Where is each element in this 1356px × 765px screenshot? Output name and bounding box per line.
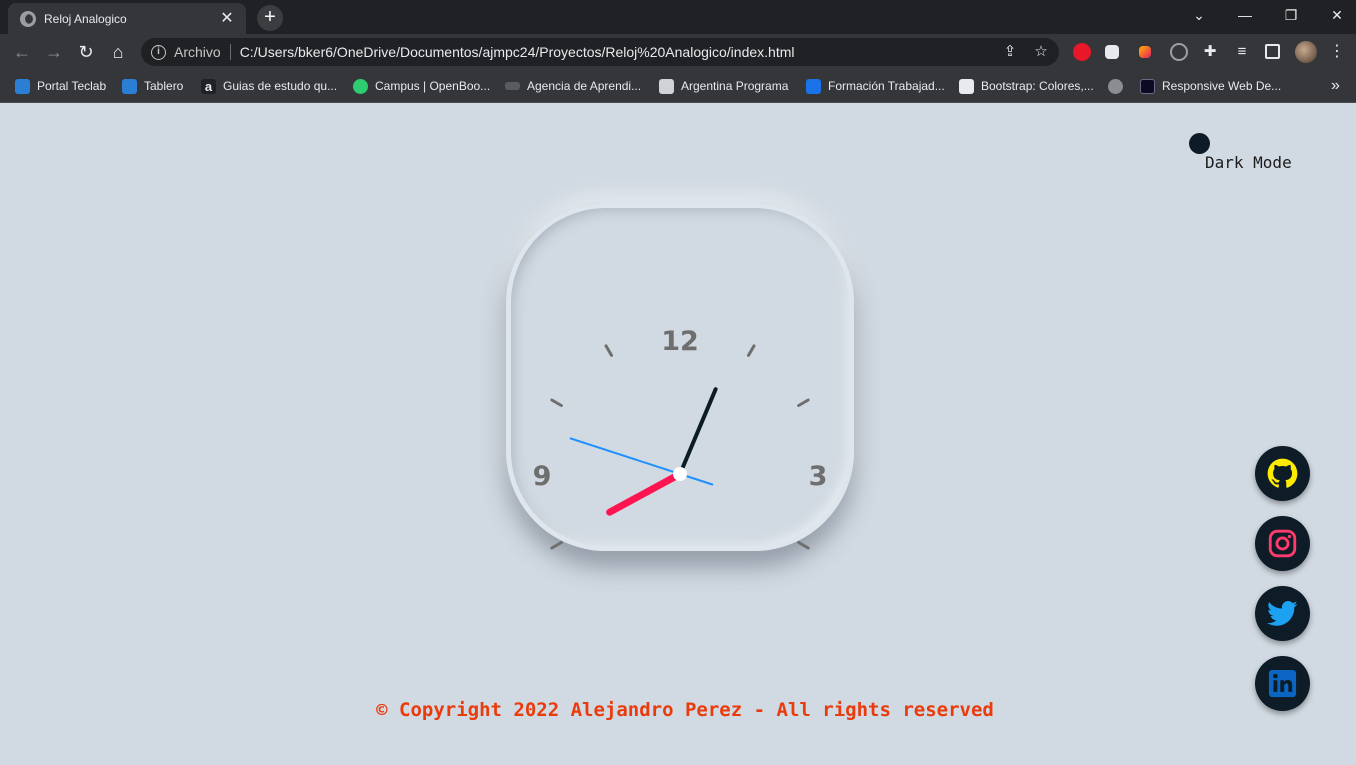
tab-close-icon[interactable]: ✕ [218, 10, 236, 28]
bookmark-favicon-icon [15, 78, 30, 94]
numeral-3: 3 [809, 461, 828, 492]
github-icon [1267, 458, 1298, 488]
extension-badge-icon[interactable] [1105, 45, 1119, 59]
dark-mode-toggle[interactable] [1189, 133, 1210, 154]
bookmark-label: Argentina Programa [681, 79, 789, 93]
bookmark-globe[interactable] [1108, 77, 1130, 95]
hour-tick [797, 398, 810, 407]
clock-center-pin [673, 467, 687, 481]
footer-copyright: © Copyright 2022 Alejandro Perez - All r… [376, 699, 994, 721]
bookmark-label: Bootstrap: Colores,... [981, 79, 1094, 93]
numeral-12: 12 [661, 326, 699, 357]
bookmark-agencia[interactable]: Agencia de Aprendi... [505, 77, 641, 95]
twitter-link[interactable] [1255, 586, 1310, 641]
bookmark-favicon-icon [505, 82, 520, 90]
hour-tick [550, 541, 563, 550]
bookmark-campus[interactable]: Campus | OpenBoo... [353, 77, 490, 95]
close-window-button[interactable]: ✕ [1314, 0, 1356, 30]
bookmark-favicon-icon [1140, 78, 1155, 94]
hour-hand [606, 470, 684, 516]
new-tab-button[interactable]: + [257, 5, 283, 31]
address-bar[interactable]: i Archivo C:/Users/bker6/OneDrive/Docume… [141, 38, 1059, 66]
address-url[interactable]: C:/Users/bker6/OneDrive/Documentos/ajmpc… [240, 44, 795, 60]
clock-face: 12 3 6 9 [533, 326, 828, 550]
globe-icon [1108, 78, 1123, 94]
theme-extension-icon[interactable] [1170, 43, 1188, 61]
bookmark-label: Responsive Web De... [1162, 79, 1282, 93]
hour-tick [747, 344, 756, 357]
forward-button[interactable]: → [40, 38, 68, 66]
bookmark-favicon-icon [806, 78, 821, 94]
tab-title: Reloj Analogico [44, 11, 127, 26]
twitter-icon [1267, 601, 1298, 626]
hour-tick [550, 398, 563, 407]
bookmark-label: Campus | OpenBoo... [375, 79, 491, 93]
globe-icon [20, 10, 36, 27]
bookmark-star-icon[interactable]: ☆ [1032, 43, 1050, 61]
bookmark-label: Formación Trabajad... [828, 79, 945, 93]
home-button[interactable]: ⌂ [104, 38, 132, 66]
bookmark-favicon-icon [353, 78, 368, 94]
bookmark-label: Guias de estudo qu... [223, 79, 338, 93]
bookmarks-bar: Portal Teclab Tablero a Guias de estudo q… [0, 70, 1356, 103]
bookmark-tablero[interactable]: Tablero [122, 77, 183, 95]
bookmark-favicon-icon: a [201, 78, 216, 94]
bookmark-favicon-icon [659, 78, 674, 94]
share-icon[interactable]: ⇪ [1001, 43, 1019, 61]
site-info-icon[interactable]: i [151, 44, 166, 60]
bookmark-label: Portal Teclab [37, 79, 107, 93]
tab-strip: Reloj Analogico ✕ + ⌄ — ❐ ✕ [0, 0, 1356, 34]
more-bookmarks-button[interactable]: » [1331, 77, 1340, 95]
tab-search-icon[interactable]: ⌄ [1176, 0, 1222, 30]
browser-toolbar: ← → ↻ ⌂ i Archivo C:/Users/bker6/OneDriv… [0, 34, 1356, 70]
analog-clock: 12 3 6 9 [506, 203, 854, 551]
instagram-icon [1268, 529, 1297, 558]
bookmark-label: Tablero [144, 79, 184, 93]
bookmark-argentina-programa[interactable]: Argentina Programa [659, 77, 788, 95]
numeral-9: 9 [533, 461, 552, 492]
minimize-button[interactable]: — [1222, 0, 1268, 30]
hour-tick [604, 344, 613, 357]
bookmark-responsive-web[interactable]: Responsive Web De... [1140, 77, 1281, 95]
bookmark-favicon-icon [122, 78, 137, 94]
dark-mode-label: Dark Mode [1205, 153, 1292, 172]
menu-kebab-icon[interactable]: ⋮ [1328, 43, 1346, 61]
back-button[interactable]: ← [8, 38, 36, 66]
pen-extension-icon[interactable] [1139, 46, 1151, 58]
adblock-extension-icon[interactable] [1073, 43, 1091, 61]
side-panel-icon[interactable] [1265, 44, 1280, 59]
avatar[interactable] [1295, 41, 1317, 63]
bookmark-bootstrap[interactable]: Bootstrap: Colores,... [959, 77, 1094, 95]
linkedin-icon [1268, 669, 1297, 698]
clock-ticks [550, 344, 810, 550]
instagram-link[interactable] [1255, 516, 1310, 571]
bookmark-formacion[interactable]: Formación Trabajad... [806, 77, 945, 95]
restore-button[interactable]: ❐ [1268, 0, 1314, 30]
tab-reloj-analogico[interactable]: Reloj Analogico ✕ [8, 3, 246, 34]
address-scheme: Archivo [174, 44, 221, 60]
bookmark-label: Agencia de Aprendi... [527, 79, 642, 93]
hour-tick [797, 541, 810, 550]
media-queue-icon[interactable]: ≡ [1233, 43, 1251, 61]
page-body: Dark Mode 12 3 6 9 [0, 103, 1356, 765]
bookmark-portal-teclab[interactable]: Portal Teclab [15, 77, 106, 95]
reload-button[interactable]: ↻ [72, 38, 100, 66]
bookmark-favicon-icon [959, 78, 974, 94]
minute-hand [678, 387, 718, 476]
github-link[interactable] [1255, 446, 1310, 501]
bookmark-guias[interactable]: a Guias de estudo qu... [201, 77, 337, 95]
address-divider [229, 44, 231, 60]
puzzle-extensions-icon[interactable]: ✚ [1201, 43, 1219, 61]
